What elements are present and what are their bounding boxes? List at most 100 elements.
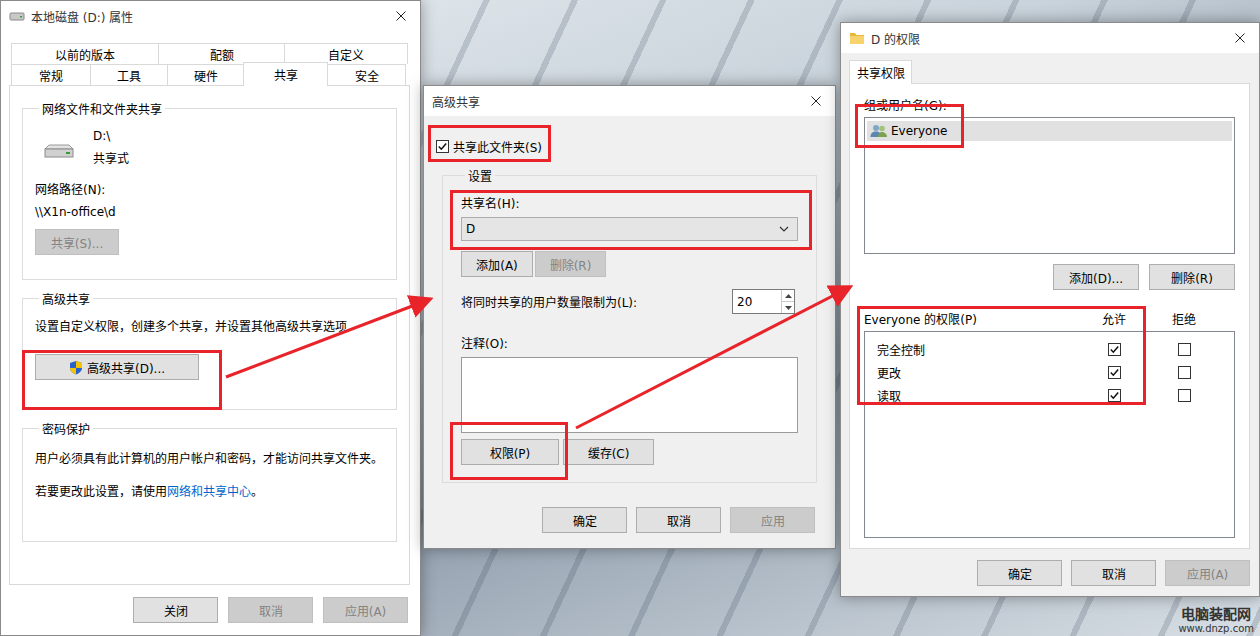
spin-up-icon[interactable]: [782, 290, 794, 302]
dialog-button[interactable]: 确定: [977, 560, 1062, 586]
permissions-button[interactable]: 权限(P): [461, 439, 559, 465]
share-button[interactable]: 共享(S)...: [35, 229, 119, 255]
deny-checkbox[interactable]: [1178, 389, 1191, 402]
highlight-box: [855, 104, 964, 148]
highlight-box: [22, 350, 222, 410]
allow-checkbox[interactable]: [1108, 343, 1121, 356]
path-label: 网络路径(N):: [35, 183, 105, 197]
window-title: 本地磁盘 (D:) 属性: [31, 8, 386, 25]
dialog-button[interactable]: 取消: [1071, 560, 1156, 586]
highlight-box: [857, 306, 1146, 405]
close-icon[interactable]: [807, 92, 825, 110]
user-limit-spinner[interactable]: 20: [732, 289, 795, 314]
add-button[interactable]: 添加(A): [461, 251, 533, 277]
share-name-dropdown[interactable]: D: [461, 217, 798, 241]
add-user-button-label: 添加(D)...: [1069, 269, 1123, 286]
tab-label: 安全: [355, 67, 379, 84]
dialog-button[interactable]: 关闭: [133, 597, 218, 623]
users-label: 组或用户名(G):: [864, 99, 947, 113]
tab-label: 以前的版本: [55, 46, 115, 63]
window-title: 高级共享: [432, 93, 801, 110]
dialog-button[interactable]: 取消: [228, 597, 313, 623]
advanced-share-window: 高级共享共享此文件夹(S)设置共享名(H):D添加(A)删除(R)将同时共享的用…: [423, 85, 836, 549]
window-title: D 的权限: [871, 30, 1225, 47]
dialog-button-label: 应用(A): [1187, 565, 1229, 582]
permission-name: 更改: [877, 364, 1079, 381]
tab-panel: 组或用户名(G): Everyone 添加(D)... 删除(R) Everyone 的…: [849, 83, 1250, 549]
comment-label: 注释(O):: [461, 337, 508, 351]
tab[interactable]: 自定义: [284, 43, 408, 64]
comment-box[interactable]: [461, 357, 798, 433]
deny-checkbox[interactable]: [1178, 366, 1191, 379]
user-name: Everyone: [891, 124, 947, 138]
group-legend: 密码保护: [39, 420, 93, 437]
permissions-header: Everyone 的权限(P): [864, 310, 1079, 327]
dialog-button[interactable]: 确定: [542, 507, 627, 533]
watermark: 电脑装配网www.dnzp.com: [1178, 606, 1254, 634]
dialog-button[interactable]: 应用(A): [323, 597, 408, 623]
title-bar: D 的权限: [841, 23, 1259, 53]
tab-label: 共享权限: [857, 64, 905, 81]
tab[interactable]: 工具: [90, 64, 168, 85]
remove-user-button-label: 删除(R): [1171, 269, 1213, 286]
advanced-description: 设置自定义权限，创建多个共享，并设置其他高级共享选项: [35, 320, 347, 334]
highlight-box: [450, 422, 568, 480]
share-button-label: 共享(S)...: [51, 234, 103, 251]
highlight-box: [428, 125, 551, 162]
cache-button-label: 缓存(C): [588, 444, 630, 461]
close-icon[interactable]: [1231, 29, 1249, 47]
checkbox-label: 共享此文件夹(S): [453, 138, 542, 155]
tab[interactable]: 共享权限: [849, 60, 912, 84]
change-text: 若要更改此设置，请使用: [35, 485, 167, 499]
dialog-button[interactable]: 应用(A): [1165, 560, 1250, 586]
tab-panel: 网络文件和文件夹共享D:\共享式网络路径(N):\\X1n-office\d共享…: [9, 85, 410, 585]
limit-label: 将同时共享的用户数量限制为(L):: [461, 293, 724, 310]
permission-name: 完全控制: [877, 341, 1079, 358]
window-icon: [849, 31, 865, 45]
tab[interactable]: 安全: [327, 64, 406, 85]
network-path: \\X1n-office\d: [35, 205, 116, 219]
deny-header: 拒绝: [1149, 310, 1219, 327]
network-center-link[interactable]: 网络和共享中心: [167, 485, 251, 499]
dialog-button-label: 取消: [1102, 565, 1126, 582]
dialog-button[interactable]: 应用: [730, 507, 815, 533]
cache-button[interactable]: 缓存(C): [563, 439, 654, 465]
deny-checkbox[interactable]: [1178, 343, 1191, 356]
remove-button-label: 删除(R): [550, 256, 592, 273]
dialog-button-label: 应用: [761, 512, 785, 529]
allow-checkbox[interactable]: [1108, 366, 1121, 379]
properties-window: 本地磁盘 (D:) 属性以前的版本 配额自定义常规工具硬件共享 安全网络文件和文件夹…: [0, 0, 421, 636]
shield-icon: [69, 360, 83, 375]
spin-down-icon[interactable]: [782, 302, 794, 313]
share-name-value: D: [466, 222, 779, 236]
highlight-box: [450, 190, 812, 250]
remove-user-button[interactable]: 删除(R): [1149, 264, 1235, 290]
user-row[interactable]: Everyone: [867, 121, 1232, 141]
close-icon[interactable]: [392, 7, 410, 25]
change-text-end: 。: [251, 485, 263, 499]
drive-icon: [43, 141, 75, 161]
password-text: 用户必须具有此计算机的用户帐户和密码，才能访问共享文件夹。: [35, 452, 383, 466]
share-status: 共享式: [93, 149, 129, 166]
password-group: 密码保护用户必须具有此计算机的用户帐户和密码，才能访问共享文件夹。若要更改此设置…: [22, 420, 397, 542]
allow-header: 允许: [1079, 310, 1149, 327]
settings-group: 设置共享名(H):D添加(A)删除(R)将同时共享的用户数量限制为(L):20注…: [442, 167, 817, 483]
group-legend: 网络文件和文件夹共享: [39, 100, 165, 117]
title-bar: 本地磁盘 (D:) 属性: [1, 1, 420, 31]
add-user-button[interactable]: 添加(D)...: [1053, 264, 1139, 290]
permissions-window: D 的权限共享权限组或用户名(G): Everyone 添加(D)... 删除(R) E…: [840, 22, 1260, 597]
tab[interactable]: 共享: [243, 62, 328, 86]
allow-checkbox[interactable]: [1108, 389, 1121, 402]
share-folder-checkbox[interactable]: [436, 140, 449, 153]
dialog-button-label: 确定: [1008, 565, 1032, 582]
tab[interactable]: 常规: [11, 64, 91, 85]
users-list: Everyone: [864, 117, 1235, 254]
advanced-share-button[interactable]: 高级共享(D)...: [35, 354, 199, 380]
tab[interactable]: 硬件: [167, 64, 244, 85]
tab[interactable]: 以前的版本: [11, 43, 159, 64]
tab[interactable]: 配额: [158, 43, 285, 64]
permission-row: 更改: [865, 361, 1234, 384]
dialog-button[interactable]: 取消: [636, 507, 721, 533]
remove-button[interactable]: 删除(R): [535, 251, 606, 277]
dialog-button-label: 应用(A): [345, 602, 387, 619]
